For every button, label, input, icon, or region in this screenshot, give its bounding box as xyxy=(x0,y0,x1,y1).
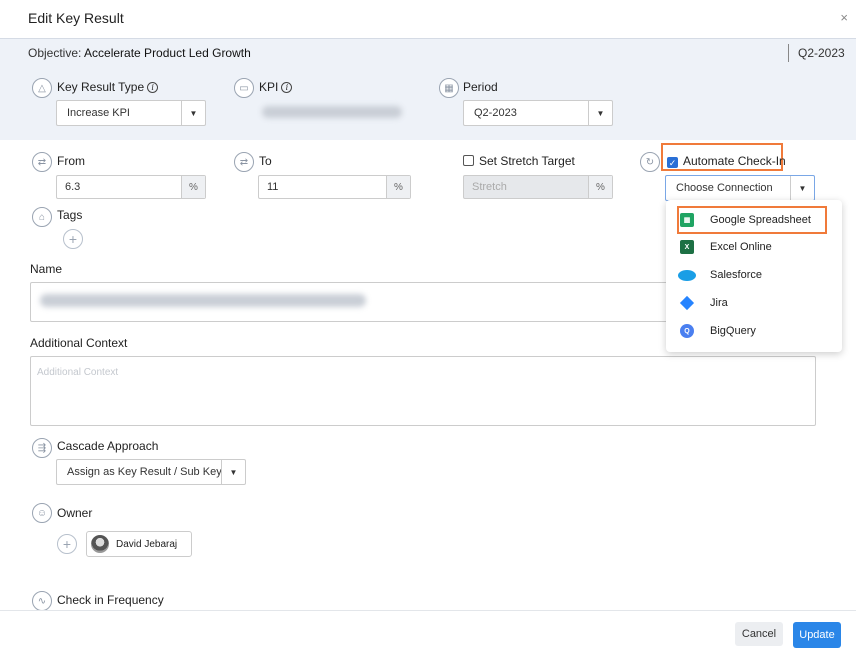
dialog-title: Edit Key Result xyxy=(28,10,124,26)
triangle-icon: △ xyxy=(32,78,52,98)
swap-icon: ⇄ xyxy=(234,152,254,172)
option-label: Salesforce xyxy=(710,269,762,281)
owner-name: David Jebaraj xyxy=(116,538,178,550)
connection-select[interactable]: Choose Connection ▼ xyxy=(665,175,815,201)
owner-chip[interactable]: David Jebaraj xyxy=(86,531,192,557)
google-sheets-icon: ▦ xyxy=(680,213,694,227)
key-result-type-select[interactable]: Increase KPI ▼ xyxy=(56,100,206,126)
from-input[interactable]: 6.3% xyxy=(56,175,206,199)
select-value: Increase KPI xyxy=(67,107,130,119)
add-owner-button[interactable]: + xyxy=(57,534,77,554)
to-label: To xyxy=(259,154,272,168)
objective-period: Q2-2023 xyxy=(798,46,845,60)
tags-label: Tags xyxy=(57,208,83,222)
cascade-label: Cascade Approach xyxy=(57,439,159,453)
connection-placeholder: Choose Connection xyxy=(676,182,773,194)
connection-option-google-spreadsheet[interactable]: ▦ Google Spreadsheet xyxy=(680,209,811,231)
divider xyxy=(788,44,789,62)
cascade-select[interactable]: Assign as Key Result / Sub Key ... ▼ xyxy=(56,459,246,485)
close-icon[interactable]: × xyxy=(840,10,848,25)
period-label: Period xyxy=(463,80,498,94)
owner-label: Owner xyxy=(57,506,93,520)
update-button[interactable]: Update xyxy=(793,622,841,648)
period-select[interactable]: Q2-2023 ▼ xyxy=(463,100,613,126)
caret-down-icon: ▼ xyxy=(588,101,612,125)
cancel-button[interactable]: Cancel xyxy=(735,622,783,646)
connection-dropdown: ▦ Google Spreadsheet X Excel Online Salesf… xyxy=(666,200,842,352)
frequency-label: Check in Frequency xyxy=(57,593,164,607)
to-input[interactable]: 11% xyxy=(258,175,411,199)
key-result-type-label-text: Key Result Type xyxy=(57,80,145,94)
automate-toggle[interactable]: ✓ Automate Check-In xyxy=(667,154,786,168)
stretch-placeholder: Stretch xyxy=(472,181,507,193)
excel-icon: X xyxy=(680,240,694,254)
option-label: Google Spreadsheet xyxy=(710,214,811,226)
user-icon: ☺ xyxy=(32,503,52,523)
key-result-type-label: Key Result Type i xyxy=(57,80,159,94)
objective-label: Objective: Accelerate Product Led Growth xyxy=(28,46,251,60)
stretch-label: Set Stretch Target xyxy=(479,154,575,168)
context-label: Additional Context xyxy=(30,336,128,350)
from-label: From xyxy=(57,154,85,168)
connection-option-jira[interactable]: Jira xyxy=(679,292,728,314)
connection-option-bigquery[interactable]: Q BigQuery xyxy=(680,320,756,342)
select-value: Assign as Key Result / Sub Key ... xyxy=(67,466,221,478)
kpi-value-redacted xyxy=(262,106,402,118)
pulse-icon: ∿ xyxy=(32,591,52,611)
name-label: Name xyxy=(30,262,63,276)
stretch-input: Stretch% xyxy=(463,175,613,199)
salesforce-icon xyxy=(678,269,696,281)
percent-unit: % xyxy=(181,176,205,198)
add-tag-button[interactable]: + xyxy=(63,229,83,249)
context-placeholder: Additional Context xyxy=(37,367,119,378)
bigquery-icon: Q xyxy=(680,324,694,338)
cascade-icon: ⇶ xyxy=(32,438,52,458)
calendar-icon: ▦ xyxy=(439,78,459,98)
kpi-label: KPI i xyxy=(259,80,293,94)
dialog-footer xyxy=(0,610,856,656)
connection-option-salesforce[interactable]: Salesforce xyxy=(678,264,762,286)
caret-down-icon: ▼ xyxy=(221,460,245,484)
info-icon[interactable]: i xyxy=(281,82,293,93)
select-value: Q2-2023 xyxy=(474,107,517,119)
percent-unit: % xyxy=(588,176,612,198)
avatar xyxy=(91,535,109,553)
kpi-label-text: KPI xyxy=(259,80,279,94)
kpi-icon: ▭ xyxy=(234,78,254,98)
option-label: BigQuery xyxy=(710,325,756,337)
stretch-checkbox[interactable] xyxy=(463,155,474,166)
automate-label: Automate Check-In xyxy=(683,154,786,168)
stretch-toggle[interactable]: Set Stretch Target xyxy=(463,154,575,168)
from-value: 6.3 xyxy=(65,181,81,193)
automate-icon: ↻ xyxy=(640,152,660,172)
tag-icon: ⌂ xyxy=(32,207,52,227)
automate-checkbox[interactable]: ✓ xyxy=(667,157,678,168)
caret-down-icon: ▼ xyxy=(181,101,205,125)
jira-icon xyxy=(679,295,695,311)
caret-down-icon: ▼ xyxy=(790,176,814,200)
context-textarea[interactable]: Additional Context xyxy=(30,356,816,426)
objective-name: Accelerate Product Led Growth xyxy=(84,46,251,60)
to-value: 11 xyxy=(267,181,279,193)
percent-unit: % xyxy=(386,176,410,198)
name-value-redacted xyxy=(40,294,366,307)
objective-prefix: Objective: xyxy=(28,46,82,60)
option-label: Excel Online xyxy=(710,241,772,253)
info-icon[interactable]: i xyxy=(147,82,159,93)
swap-icon: ⇄ xyxy=(32,152,52,172)
connection-option-excel-online[interactable]: X Excel Online xyxy=(680,236,772,258)
option-label: Jira xyxy=(710,297,728,309)
